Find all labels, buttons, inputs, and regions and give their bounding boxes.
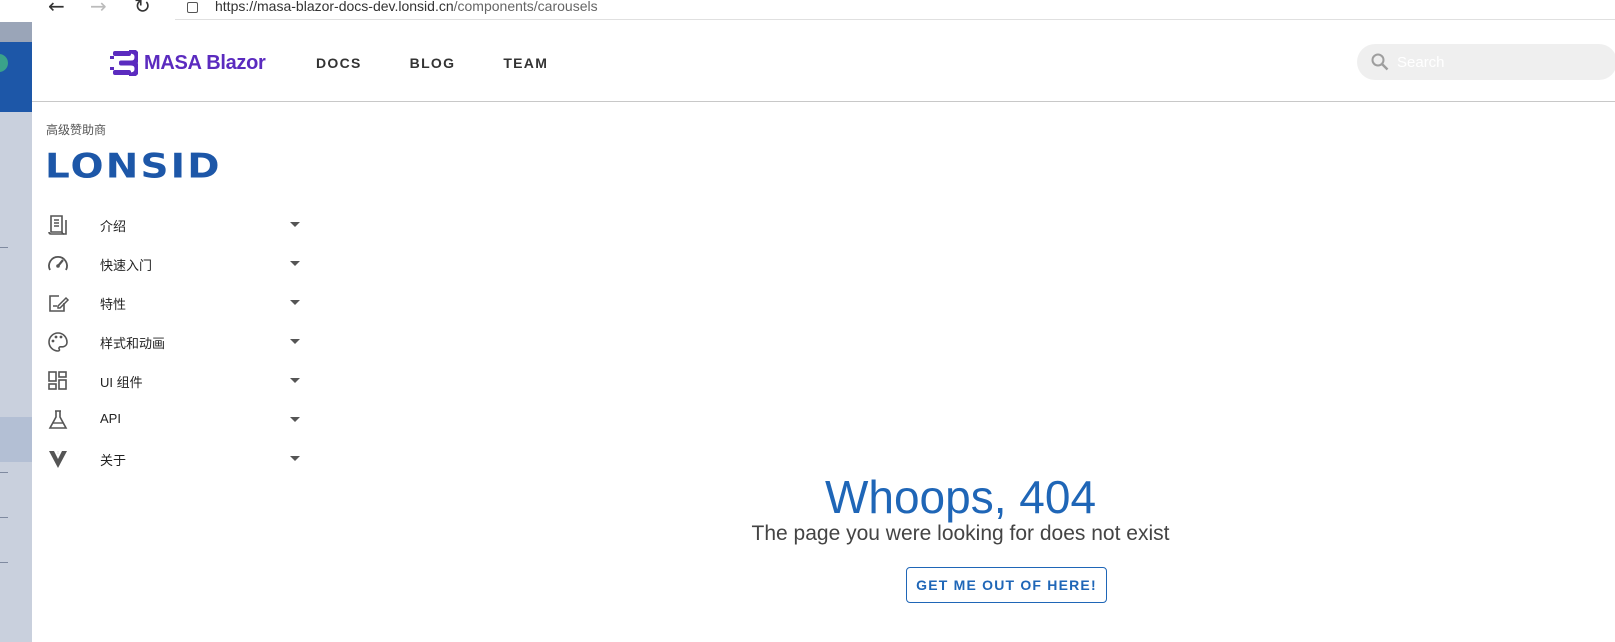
search-box[interactable] [1357,44,1615,80]
sponsor-logo[interactable]: LONSID [45,147,222,186]
url-path: /components/carousels [453,0,598,14]
background-divider [0,562,8,563]
background-divider [0,517,8,518]
nav-team[interactable]: TEAM [503,55,548,71]
sidebar-item-label: UI 组件 [100,375,143,390]
sidebar-item-api[interactable]: API [32,400,322,439]
url-text[interactable]: https://masa-blazor-docs-dev.lonsid.cn/c… [215,0,598,14]
go-home-button[interactable]: GET ME OUT OF HERE! [906,567,1107,603]
sidebar-item-about[interactable]: 关于 [32,439,322,478]
sidebar-item-label: API [100,411,121,426]
search-icon [1371,53,1389,71]
browser-toolbar: ← → ↻ https://masa-blazor-docs-dev.lonsi… [0,0,1615,22]
back-icon[interactable]: ← [48,0,65,16]
site-logo[interactable]: MASA Blazor [110,50,266,76]
chevron-down-icon [290,261,300,266]
book-icon [48,215,67,235]
sidebar-item-styles[interactable]: 样式和动画 [32,322,322,361]
chevron-down-icon [290,222,300,227]
forward-icon[interactable]: → [90,0,107,16]
sidebar-item-label: 样式和动画 [100,336,166,351]
error-title: Whoops, 404 [824,471,1097,523]
chevron-down-icon [290,417,300,422]
sidebar: 高级赞助商 LONSID 介绍 快速入门 特性 样式和动画 UI 组件 API … [32,103,322,641]
sidebar-item-components[interactable]: UI 组件 [32,361,322,400]
background-divider [0,472,8,473]
error-subtitle: The page you were looking for does not e… [751,522,1170,545]
url-host: https://masa-blazor-docs-dev.lonsid.cn [215,0,454,14]
sidebar-menu: 介绍 快速入门 特性 样式和动画 UI 组件 API 关于 [32,205,322,478]
logo-text: MASA Blazor [144,51,266,74]
sidebar-item-label: 介绍 [100,219,127,234]
sponsor-label: 高级赞助商 [46,123,107,137]
chevron-down-icon [290,378,300,383]
site-info-icon[interactable] [187,2,198,13]
masa-logo-icon [110,50,138,76]
palette-icon [48,332,68,352]
sidebar-item-intro[interactable]: 介绍 [32,205,322,244]
sidebar-item-features[interactable]: 特性 [32,283,322,322]
address-bar[interactable]: https://masa-blazor-docs-dev.lonsid.cn/c… [175,0,1615,20]
app-header: MASA Blazor DOCS BLOG TEAM [32,22,1615,102]
dashboard-icon [48,371,67,390]
background-divider [0,247,8,248]
chevron-down-icon [290,300,300,305]
background-selected-row [0,417,32,462]
flask-icon [48,410,68,429]
edit-box-icon [49,295,70,312]
background-window-header [0,42,32,112]
nav-blog[interactable]: BLOG [410,55,456,71]
speedometer-icon [48,256,68,271]
sidebar-item-label: 关于 [100,453,127,468]
sidebar-item-quickstart[interactable]: 快速入门 [32,244,322,283]
top-nav: DOCS BLOG TEAM [316,55,548,71]
chevron-down-icon [290,339,300,344]
search-input[interactable] [1395,50,1595,74]
reload-icon[interactable]: ↻ [134,0,151,16]
chevron-down-icon [290,456,300,461]
nav-docs[interactable]: DOCS [316,55,362,71]
sidebar-item-label: 快速入门 [100,258,153,273]
background-window [0,22,32,642]
vuetify-icon [49,451,67,468]
sidebar-item-label: 特性 [100,297,127,312]
